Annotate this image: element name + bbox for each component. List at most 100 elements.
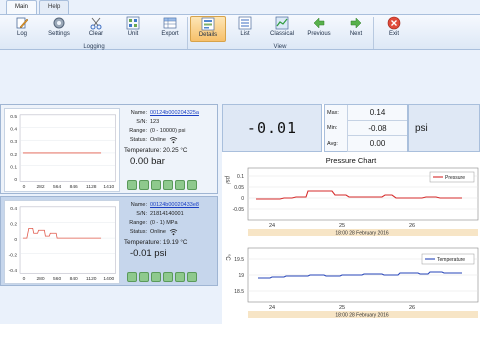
sensor-mini-chart: 0.4 0.2 0 -0.2 -0.4 0 280 560 840 1120 1… [4, 200, 120, 284]
export-button[interactable]: Export [152, 16, 188, 42]
arrow-right-icon [350, 17, 362, 29]
scissors-icon [90, 17, 102, 30]
y-tick-label: 19.5 [234, 257, 244, 263]
x-tick-label: 0 [23, 276, 26, 282]
classical-chart-icon [275, 16, 289, 30]
gear-icon [53, 17, 65, 29]
classical-label: Classical [269, 31, 294, 37]
tab-help[interactable]: Help [39, 0, 70, 14]
y-tick-label: -0.2 [9, 253, 18, 259]
export-label: Export [161, 31, 179, 37]
list-button[interactable]: List [227, 16, 263, 42]
ribbon-area: Main Help Log Settings Clear Unit Export… [0, 0, 480, 51]
y-tick-label: 0.2 [10, 221, 17, 227]
unit-icon[interactable] [163, 180, 173, 190]
y-tick-label: 0.1 [237, 174, 244, 180]
next-button[interactable]: Next [338, 16, 374, 42]
x-tick-label: 25 [339, 305, 345, 311]
y-tick-label: 0 [14, 177, 17, 183]
x-tick-label: 24 [269, 223, 275, 229]
clear-button[interactable]: Clear [78, 16, 114, 42]
export-icon[interactable] [175, 272, 185, 282]
log-button[interactable]: Log [4, 16, 40, 42]
sensor-temperature: 19.19 °C [162, 239, 188, 246]
x-tick-label: 25 [339, 223, 345, 229]
wifi-icon [169, 229, 178, 236]
list-label: List [240, 31, 250, 37]
sensor-range: (0 - 10000) psi [150, 128, 186, 134]
sn-label: S/N: [136, 211, 147, 217]
avg-label: Avg: [327, 140, 338, 147]
y-tick-label: 19 [238, 273, 244, 279]
x-tick-label: 560 [53, 276, 61, 282]
settings-icon[interactable] [139, 180, 149, 190]
y-tick-label: -0.05 [233, 207, 245, 213]
pressure-legend-label: Pressure [445, 175, 465, 181]
pencil-icon [16, 17, 29, 29]
clear-icon[interactable] [151, 272, 161, 282]
sensor-info: Name: 00124b000204325a S/N: 123 Range: (0 -… [124, 109, 218, 166]
wifi-icon [169, 137, 178, 144]
sensor-sn: 123 [150, 119, 160, 125]
sensor-name-link[interactable]: 00124b00020433e8 [150, 201, 199, 210]
y-tick-label: -0.4 [9, 268, 18, 274]
sensor-status: Online [150, 229, 166, 235]
ribbon-separator [373, 17, 374, 49]
x-tick-label: 26 [409, 305, 415, 311]
zero-icon[interactable] [127, 272, 137, 282]
current-value: -0.01 [246, 119, 298, 137]
sensor-action-icons [127, 272, 199, 282]
sensor-status: Online [150, 137, 166, 143]
temperature-label: Temperature: [124, 147, 162, 154]
y-tick-label: 18.5 [234, 289, 244, 295]
arrow-left-icon [313, 17, 325, 29]
export-icon[interactable] [175, 180, 185, 190]
logging-group-label: Logging [83, 44, 105, 50]
x-tick-label: 280 [36, 276, 44, 282]
settings-button[interactable]: Settings [41, 16, 77, 42]
min-label: Min: [327, 125, 338, 132]
sensor-list: 0.5 0.4 0.3 0.2 0.1 0 0 282 564 846 1128… [0, 104, 218, 324]
x-tick-label: 564 [53, 184, 61, 190]
x-tick-label: 846 [70, 184, 78, 190]
details-button[interactable]: Details [190, 16, 226, 42]
mini-plot-area [19, 206, 116, 274]
exit-button[interactable]: Exit [376, 16, 412, 42]
mini-chart-xticks: 0 282 564 846 1128 1410 [23, 184, 115, 190]
range-label: Range: [129, 128, 147, 134]
x-tick-label: 1128 [86, 184, 97, 190]
sensor-value: -0.01 psi [130, 248, 167, 259]
next-label: Next [349, 31, 363, 37]
sensor-card[interactable]: 0.4 0.2 0 -0.2 -0.4 0 280 560 840 1120 1… [0, 196, 218, 286]
unit-button[interactable]: Unit [115, 16, 151, 42]
logging-group: Log Settings Clear Unit Export Logging [4, 15, 184, 51]
digital-readout: -0.01 [222, 104, 322, 152]
settings-icon[interactable] [139, 272, 149, 282]
home-icon[interactable] [187, 180, 197, 190]
mini-chart-xticks: 0 280 560 840 1120 1400 [23, 276, 115, 282]
previous-button[interactable]: Previous [301, 16, 337, 42]
classical-button[interactable]: Classical [264, 16, 300, 42]
sensor-card[interactable]: 0.5 0.4 0.3 0.2 0.1 0 0 282 564 846 1128… [0, 104, 218, 194]
unit-icon[interactable] [163, 272, 173, 282]
tab-main[interactable]: Main [6, 0, 38, 14]
x-tick-label: 0 [23, 184, 26, 190]
temperature-label: Temperature: [124, 239, 162, 246]
y-tick-label: 0.5 [10, 114, 17, 120]
range-label: Range: [129, 220, 147, 226]
app-window: Main Help Log Settings Clear Unit Export… [0, 0, 480, 324]
home-icon[interactable] [187, 272, 197, 282]
view-group-label: View [273, 44, 287, 50]
log-label: Log [16, 31, 27, 37]
y-tick-label: 0.05 [234, 185, 244, 191]
sensor-name-link[interactable]: 00124b000204325a [150, 109, 199, 118]
clear-icon[interactable] [151, 180, 161, 190]
zero-icon[interactable] [127, 180, 137, 190]
y-tick-label: 0 [241, 196, 244, 202]
status-label: Status: [129, 229, 147, 235]
y-tick-label: 0.1 [10, 165, 17, 171]
x-tick-label: 282 [36, 184, 44, 190]
exit-icon [387, 16, 401, 30]
ribbon-separator [187, 17, 188, 49]
sensor-info: Name: 00124b00020433e8 S/N: 21814140001 Ra… [124, 201, 218, 258]
